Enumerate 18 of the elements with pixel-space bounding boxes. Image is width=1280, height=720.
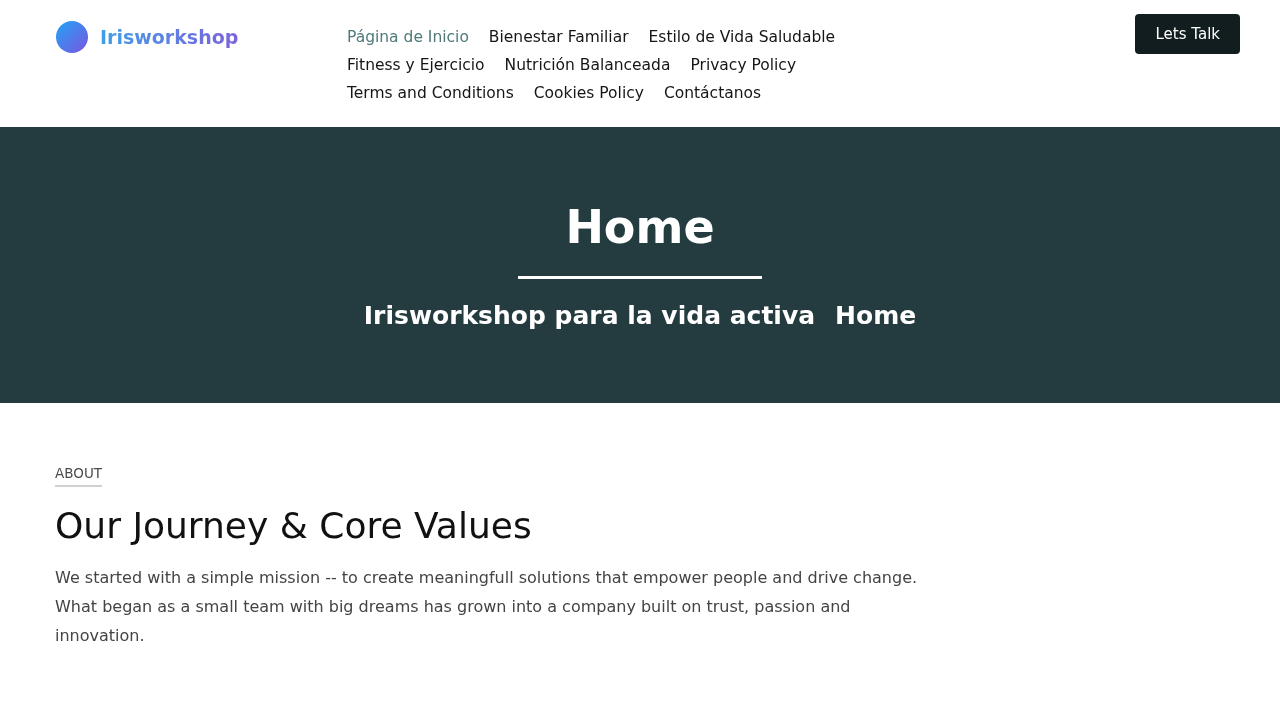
nav-link[interactable]: Estilo de Vida Saludable (648, 23, 836, 51)
nav-link[interactable]: Contáctanos (663, 79, 762, 107)
nav-link[interactable]: Página de Inicio (347, 23, 469, 51)
lets-talk-button[interactable]: Lets Talk (1135, 14, 1240, 54)
nav-link[interactable]: Privacy Policy (690, 51, 797, 79)
section-heading: Our Journey & Core Values (55, 504, 532, 548)
breadcrumb-item: Home (835, 300, 917, 332)
nav-link[interactable]: Terms and Conditions (347, 79, 514, 107)
breadcrumb-item[interactable]: Irisworkshop para la vida activa (363, 297, 816, 335)
logo-text[interactable]: Irisworkshop (100, 26, 239, 48)
nav-link[interactable]: Fitness y Ejercicio (347, 51, 485, 79)
nav-link[interactable]: Bienestar Familiar (488, 23, 629, 51)
nav-link[interactable]: Cookies Policy (533, 79, 644, 107)
page-title: Home (565, 199, 715, 256)
about-paragraph: We started with a simple mission -- to create meaningfull solutions that empower people and drive change. What began as a small team with big dreams has grown into a company built on trust, passion and innovation. (55, 567, 919, 647)
logo-circle-icon (56, 21, 88, 53)
nav-link[interactable]: Nutrición Balanceada (504, 51, 671, 79)
section-label: ABOUT (55, 463, 102, 487)
